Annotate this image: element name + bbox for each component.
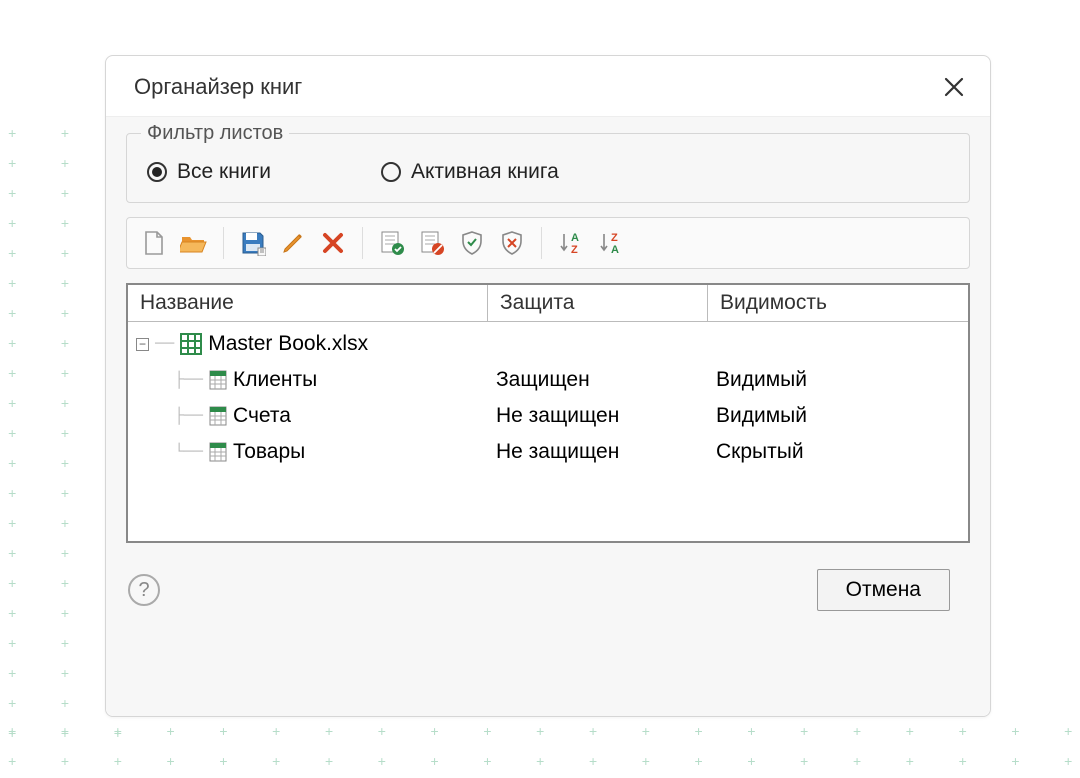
help-icon: ? bbox=[138, 579, 149, 602]
hide-sheet-button[interactable] bbox=[415, 226, 449, 260]
tree-panel: Название Защита Видимость − ── Master Bo… bbox=[126, 283, 970, 543]
svg-text:A: A bbox=[611, 244, 619, 256]
save-icon bbox=[240, 230, 266, 256]
radio-all-books[interactable]: Все книги bbox=[147, 160, 271, 184]
sheet-visibility: Скрытый bbox=[716, 440, 968, 464]
tree-connector: ── bbox=[155, 335, 174, 353]
sheet-name: Клиенты bbox=[233, 368, 317, 392]
sheet-show-icon bbox=[379, 230, 405, 256]
col-name[interactable]: Название bbox=[128, 285, 488, 321]
open-folder-icon bbox=[180, 232, 208, 254]
radio-active-label: Активная книга bbox=[411, 160, 559, 184]
pencil-icon bbox=[280, 230, 306, 256]
tree-sheet-row[interactable]: └── Товары Не защищен Скрытый bbox=[136, 434, 968, 470]
decorative-crosses-bottom: + + + + + + + + + + + + + + + + + + + + … bbox=[8, 718, 1078, 778]
workbook-name: Master Book.xlsx bbox=[208, 332, 368, 356]
expander-minus-icon[interactable]: − bbox=[136, 338, 149, 351]
sheet-name: Счета bbox=[233, 404, 291, 428]
shield-check-icon bbox=[460, 230, 484, 256]
close-icon bbox=[942, 75, 966, 99]
sheet-protection: Не защищен bbox=[496, 404, 716, 428]
sheet-name: Товары bbox=[233, 440, 305, 464]
cancel-button[interactable]: Отмена bbox=[817, 569, 950, 611]
radio-checked-icon bbox=[147, 162, 167, 182]
sheet-protection: Защищен bbox=[496, 368, 716, 392]
toolbar-separator bbox=[541, 227, 542, 259]
svg-text:Z: Z bbox=[571, 244, 578, 256]
tree-header: Название Защита Видимость bbox=[128, 285, 968, 322]
unprotect-button[interactable] bbox=[495, 226, 529, 260]
tree-sheet-row[interactable]: ├── Клиенты Защищен Видимый bbox=[136, 362, 968, 398]
sort-za-button[interactable]: ZA bbox=[594, 226, 628, 260]
toolbar-separator bbox=[223, 227, 224, 259]
close-button[interactable] bbox=[942, 75, 966, 99]
toolbar-separator bbox=[362, 227, 363, 259]
filter-legend: Фильтр листов bbox=[141, 122, 289, 145]
sheet-icon bbox=[209, 370, 227, 390]
radio-all-label: Все книги bbox=[177, 160, 271, 184]
dialog-body: Фильтр листов Все книги Активная книга bbox=[106, 117, 990, 716]
dialog-footer: ? Отмена bbox=[126, 543, 970, 611]
open-button[interactable] bbox=[177, 226, 211, 260]
sheet-visibility: Видимый bbox=[716, 404, 968, 428]
new-button[interactable] bbox=[137, 226, 171, 260]
filter-fieldset: Фильтр листов Все книги Активная книга bbox=[126, 133, 970, 203]
new-file-icon bbox=[143, 230, 165, 256]
rename-button[interactable] bbox=[276, 226, 310, 260]
svg-text:Z: Z bbox=[611, 232, 618, 244]
radio-active-book[interactable]: Активная книга bbox=[381, 160, 559, 184]
tree-connector: └── bbox=[155, 443, 203, 461]
col-visibility[interactable]: Видимость bbox=[708, 285, 968, 321]
tree-workbook-row[interactable]: − ── Master Book.xlsx bbox=[136, 326, 968, 362]
radio-unchecked-icon bbox=[381, 162, 401, 182]
dialog-title: Органайзер книг bbox=[134, 74, 302, 100]
svg-text:A: A bbox=[571, 232, 579, 244]
delete-button[interactable] bbox=[316, 226, 350, 260]
sheet-icon bbox=[209, 442, 227, 462]
tree-connector: ├── bbox=[155, 407, 203, 425]
workbook-icon bbox=[180, 333, 202, 355]
shield-x-icon bbox=[500, 230, 524, 256]
sort-za-icon: ZA bbox=[599, 230, 623, 256]
titlebar: Органайзер книг bbox=[106, 56, 990, 117]
sheet-icon bbox=[209, 406, 227, 426]
protect-button[interactable] bbox=[455, 226, 489, 260]
sheet-visibility: Видимый bbox=[716, 368, 968, 392]
help-button[interactable]: ? bbox=[128, 574, 160, 606]
tree-body: − ── Master Book.xlsx ├── Клиенты Защи bbox=[128, 322, 968, 470]
sheet-protection: Не защищен bbox=[496, 440, 716, 464]
sheet-hide-icon bbox=[419, 230, 445, 256]
tree-sheet-row[interactable]: ├── Счета Не защищен Видимый bbox=[136, 398, 968, 434]
show-sheet-button[interactable] bbox=[375, 226, 409, 260]
sort-az-icon: AZ bbox=[559, 230, 583, 256]
tree-connector: ├── bbox=[155, 371, 203, 389]
col-protection[interactable]: Защита bbox=[488, 285, 708, 321]
organizer-dialog: Органайзер книг Фильтр листов Все книги … bbox=[105, 55, 991, 717]
toolbar: AZ ZA bbox=[126, 217, 970, 269]
delete-x-icon bbox=[321, 231, 345, 255]
save-button[interactable] bbox=[236, 226, 270, 260]
sort-az-button[interactable]: AZ bbox=[554, 226, 588, 260]
